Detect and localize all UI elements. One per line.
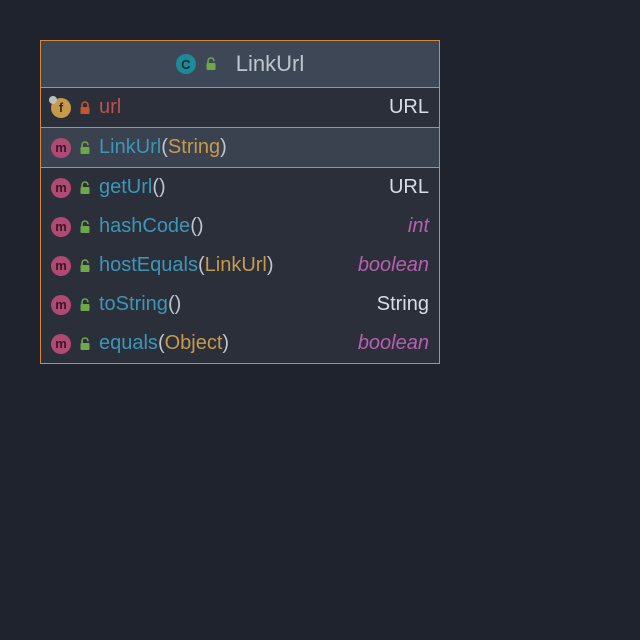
return-type: boolean bbox=[358, 254, 429, 277]
return-type: String bbox=[377, 293, 429, 316]
return-type: int bbox=[408, 215, 429, 238]
method-icon: m bbox=[51, 138, 71, 158]
field-icon: f bbox=[51, 98, 71, 118]
lock-icon bbox=[78, 101, 92, 115]
field-row[interactable]: f url URL bbox=[41, 88, 439, 127]
method-row[interactable]: m getUrl() URL bbox=[41, 168, 439, 207]
return-type: boolean bbox=[358, 332, 429, 355]
unlock-icon bbox=[78, 298, 92, 312]
unlock-icon bbox=[78, 337, 92, 351]
unlock-icon bbox=[78, 181, 92, 195]
method-row[interactable]: m hashCode() int bbox=[41, 207, 439, 246]
method-row[interactable]: m hostEquals(LinkUrl) boolean bbox=[41, 246, 439, 285]
method-name: toString() bbox=[99, 293, 181, 316]
method-icon: m bbox=[51, 295, 71, 315]
method-row[interactable]: m equals(Object) boolean bbox=[41, 324, 439, 363]
field-name: url bbox=[99, 96, 121, 119]
method-name: hashCode() bbox=[99, 215, 204, 238]
fields-section: f url URL bbox=[41, 88, 439, 128]
ctor-params: String bbox=[168, 136, 220, 158]
class-icon: C bbox=[176, 54, 196, 74]
constructors-section: m LinkUrl(String) bbox=[41, 128, 439, 168]
method-icon: m bbox=[51, 217, 71, 237]
return-type: URL bbox=[389, 176, 429, 199]
field-type: URL bbox=[389, 96, 429, 119]
method-name: equals(Object) bbox=[99, 332, 229, 355]
method-icon: m bbox=[51, 256, 71, 276]
method-row[interactable]: m toString() String bbox=[41, 285, 439, 324]
unlock-icon bbox=[78, 259, 92, 273]
constructor-name: LinkUrl(String) bbox=[99, 136, 227, 159]
constructor-row[interactable]: m LinkUrl(String) bbox=[41, 128, 439, 167]
unlock-icon bbox=[78, 141, 92, 155]
method-icon: m bbox=[51, 178, 71, 198]
methods-section: m getUrl() URL m hashCode() int m hostEquals(Li… bbox=[41, 168, 439, 363]
class-diagram: C LinkUrl f url URL m LinkUrl(String) m g… bbox=[40, 40, 440, 364]
class-header[interactable]: C LinkUrl bbox=[41, 41, 439, 88]
unlock-icon bbox=[78, 220, 92, 234]
method-name: hostEquals(LinkUrl) bbox=[99, 254, 274, 277]
method-name: getUrl() bbox=[99, 176, 166, 199]
unlock-icon bbox=[204, 57, 218, 71]
ctor-label: LinkUrl bbox=[99, 136, 161, 158]
method-icon: m bbox=[51, 334, 71, 354]
class-name: LinkUrl bbox=[236, 51, 304, 77]
